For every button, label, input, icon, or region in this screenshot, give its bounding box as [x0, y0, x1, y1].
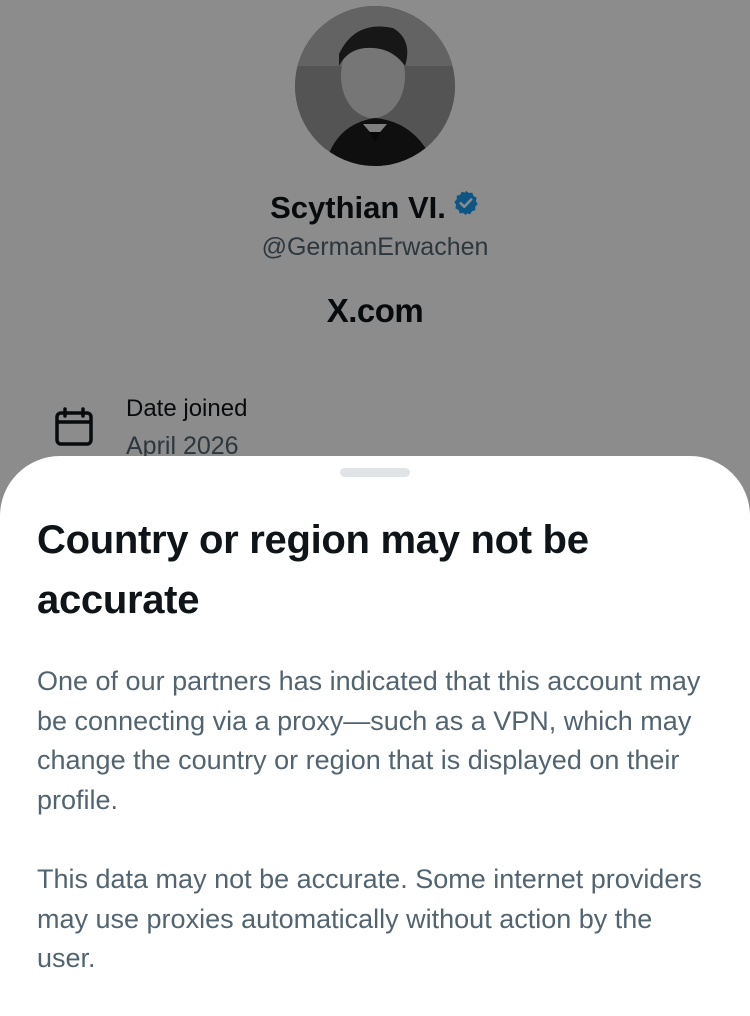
sheet-drag-handle[interactable] [340, 468, 410, 477]
sheet-title: Country or region may not be accurate [37, 518, 589, 622]
sheet-paragraph-2: This data may not be accurate. Some inte… [37, 864, 702, 973]
sheet-paragraph-1: One of our partners has indicated that t… [37, 666, 701, 815]
bottom-sheet: Country or region may not be accurate On… [0, 456, 750, 1016]
